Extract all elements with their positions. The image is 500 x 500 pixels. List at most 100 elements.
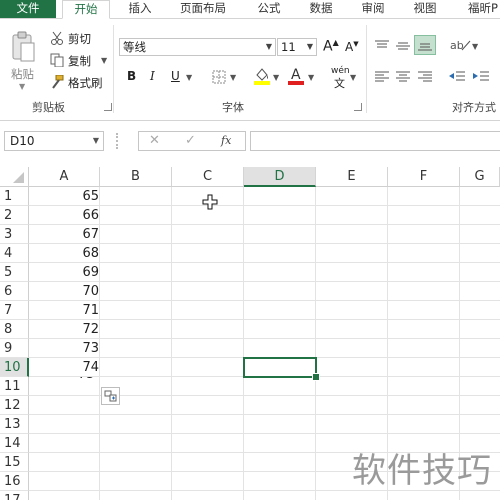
fill-color-icon[interactable] <box>253 66 271 89</box>
paste-dropdown-icon[interactable]: ▼ <box>19 82 25 91</box>
row-header[interactable]: 2 <box>0 206 29 225</box>
orientation-dropdown-icon[interactable]: ▼ <box>472 42 478 51</box>
cancel-icon[interactable]: ✕ <box>149 133 160 148</box>
ribbon: 粘贴 ▼ 剪切 复制 ▼ 格式刷 剪贴板 等线 ▼ 11 ▼ A▲ A▼ B I… <box>0 19 500 121</box>
tab-data[interactable]: 数据 <box>298 0 344 18</box>
tab-page-layout[interactable]: 页面布局 <box>170 0 236 18</box>
row-header[interactable]: 3 <box>0 225 29 244</box>
tab-formulas[interactable]: 公式 <box>246 0 292 18</box>
format-painter-button[interactable]: 格式刷 <box>68 75 103 91</box>
align-right-icon[interactable] <box>417 70 433 87</box>
decrease-indent-icon[interactable] <box>448 70 466 87</box>
row-header[interactable]: 7 <box>0 301 29 320</box>
row-header[interactable]: 8 <box>0 320 29 339</box>
gridline-horizontal <box>29 243 500 244</box>
row-header[interactable]: 17 <box>0 491 29 500</box>
increase-indent-icon[interactable] <box>472 70 490 87</box>
cell-a7[interactable]: 71 <box>29 301 99 320</box>
paste-label: 粘贴 <box>11 67 34 81</box>
column-header-c[interactable]: C <box>172 167 244 187</box>
row-header[interactable]: 16 <box>0 472 29 491</box>
borders-dropdown-icon[interactable]: ▼ <box>230 73 236 82</box>
font-color-button[interactable]: A <box>288 66 304 89</box>
column-header-e[interactable]: E <box>316 167 388 187</box>
column-header-d[interactable]: D <box>244 167 316 187</box>
tab-review[interactable]: 审阅 <box>350 0 396 18</box>
font-size-select[interactable]: 11 ▼ <box>277 38 317 56</box>
autofill-options-icon[interactable] <box>101 387 120 405</box>
italic-button[interactable]: I <box>150 69 155 83</box>
bold-button[interactable]: B <box>127 69 136 83</box>
fill-handle[interactable] <box>312 373 320 381</box>
borders-icon[interactable] <box>212 70 226 87</box>
increase-font-button[interactable]: A▲ <box>323 38 339 55</box>
column-header-f[interactable]: F <box>388 167 460 187</box>
row-header[interactable]: 4 <box>0 244 29 263</box>
cell-a2[interactable]: 66 <box>29 206 99 225</box>
formula-input[interactable] <box>250 131 500 151</box>
cell-a1[interactable]: 65 <box>29 187 99 206</box>
align-middle-icon[interactable] <box>395 39 411 56</box>
tab-insert[interactable]: 插入 <box>116 0 164 18</box>
cell-a6[interactable]: 70 <box>29 282 99 301</box>
copy-dropdown-icon[interactable]: ▼ <box>101 56 107 65</box>
align-bottom-button[interactable] <box>414 35 436 55</box>
cell-a3[interactable]: 67 <box>29 225 99 244</box>
column-header-g[interactable]: G <box>460 167 500 187</box>
cut-button[interactable]: 剪切 <box>68 31 91 47</box>
font-launcher-icon[interactable] <box>354 103 362 111</box>
font-color-dropdown-icon[interactable]: ▼ <box>308 73 314 82</box>
format-painter-icon[interactable] <box>50 74 64 92</box>
cell-a8[interactable]: 72 <box>29 320 99 339</box>
name-box-value: D10 <box>10 134 35 148</box>
active-cell-d10[interactable] <box>243 357 317 378</box>
row-header[interactable]: 10 <box>0 358 29 377</box>
insert-function-icon[interactable]: fx <box>221 134 231 147</box>
row-header[interactable]: 14 <box>0 434 29 453</box>
phonetic-dropdown-icon[interactable]: ▼ <box>350 73 356 82</box>
row-header[interactable]: 6 <box>0 282 29 301</box>
column-header-a[interactable]: A <box>29 167 100 187</box>
cell-a4[interactable]: 68 <box>29 244 99 263</box>
fill-color-dropdown-icon[interactable]: ▼ <box>273 73 279 82</box>
row-header[interactable]: 9 <box>0 339 29 358</box>
underline-dropdown-icon[interactable]: ▼ <box>186 73 192 82</box>
column-header-b[interactable]: B <box>100 167 172 187</box>
gridline-vertical <box>171 187 172 500</box>
cell-a5[interactable]: 69 <box>29 263 99 282</box>
clipboard-launcher-icon[interactable] <box>104 103 112 111</box>
font-name-select[interactable]: 等线 ▼ <box>119 38 276 56</box>
enter-icon[interactable]: ✓ <box>185 133 196 148</box>
copy-button[interactable]: 复制 <box>68 53 91 69</box>
cell-a10[interactable]: 74 <box>29 358 99 377</box>
orientation-icon[interactable]: ab <box>450 38 472 55</box>
name-box[interactable]: D10 ▼ <box>4 131 104 151</box>
row-header[interactable]: 1 <box>0 187 29 206</box>
row-header[interactable]: 15 <box>0 453 29 472</box>
tab-file[interactable]: 文件 <box>0 0 56 18</box>
formula-bar-grip[interactable] <box>116 133 120 149</box>
underline-button[interactable]: U <box>171 69 180 83</box>
tab-foxit[interactable]: 福昕P <box>458 0 500 18</box>
row-header[interactable]: 5 <box>0 263 29 282</box>
align-center-icon[interactable] <box>395 70 411 87</box>
cut-icon[interactable] <box>50 31 64 48</box>
cell-a9[interactable]: 73 <box>29 339 99 358</box>
row-header[interactable]: 11 <box>0 377 29 396</box>
align-top-icon[interactable] <box>374 39 390 56</box>
copy-icon[interactable] <box>50 53 64 70</box>
paste-button[interactable] <box>10 31 36 66</box>
svg-text:ab: ab <box>450 39 464 52</box>
svg-text:A: A <box>291 67 301 83</box>
paste-icon <box>12 31 35 62</box>
row-header[interactable]: 13 <box>0 415 29 434</box>
tab-home[interactable]: 开始 <box>62 0 110 19</box>
decrease-font-button[interactable]: A▼ <box>345 40 359 54</box>
gridline-horizontal <box>29 414 500 415</box>
select-all-corner[interactable] <box>0 167 29 187</box>
row-header[interactable]: 12 <box>0 396 29 415</box>
align-left-icon[interactable] <box>374 70 390 87</box>
tab-view[interactable]: 视图 <box>402 0 448 18</box>
gridline-horizontal <box>29 395 500 396</box>
gridline-vertical <box>315 187 316 500</box>
